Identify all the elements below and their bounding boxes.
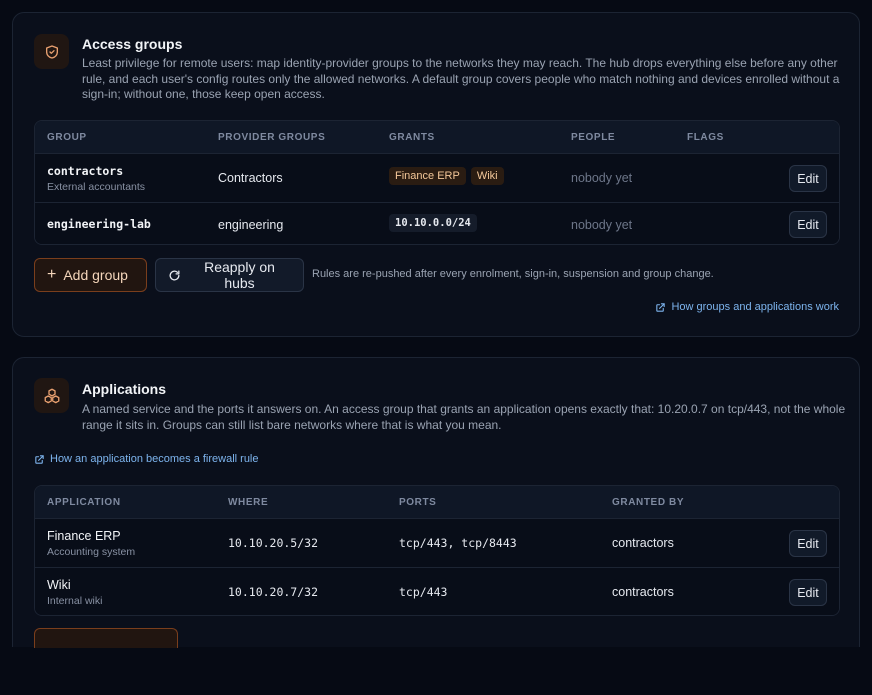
group-name: contractors: [47, 164, 124, 178]
edit-button[interactable]: Edit: [789, 165, 827, 192]
application-description: Internal wiki: [47, 595, 103, 607]
application-granted-by: contractors: [612, 536, 674, 550]
table-row: contractors External accountants Contrac…: [35, 154, 839, 202]
application-help-link[interactable]: How an application becomes a firewall ru…: [34, 453, 259, 465]
column-header-grants: Grants: [389, 132, 435, 143]
table-row: Wiki Internal wiki 10.10.20.7/32 tcp/443…: [35, 567, 839, 615]
applications-card: Applications A named service and the por…: [12, 357, 860, 648]
access-groups-description: Least privilege for remote users: map id…: [82, 56, 840, 101]
application-description: Accounting system: [47, 546, 136, 558]
column-header-ports: Ports: [399, 497, 437, 508]
grant-pill: Wiki: [470, 167, 504, 185]
column-header-people: People: [571, 132, 616, 143]
group-name: engineering-lab: [47, 217, 151, 231]
groups-help-link-label: How groups and applications work: [671, 301, 839, 313]
edit-button[interactable]: Edit: [789, 211, 827, 238]
application-help-link-label: How an application becomes a firewall ru…: [50, 453, 259, 465]
plus-icon: +: [47, 266, 57, 283]
access-groups-title: Access groups: [82, 36, 183, 52]
application-ports: tcp/443: [399, 585, 448, 599]
column-header-application: Application: [47, 497, 121, 508]
reapply-hint: Rules are re-pushed after every enrolmen…: [312, 268, 714, 280]
table-row: engineering-lab engineering 10.10.0.0/24…: [35, 202, 839, 244]
add-application-button[interactable]: [34, 628, 178, 648]
add-group-button[interactable]: + Add group: [34, 258, 147, 292]
application-name: Wiki: [47, 578, 71, 592]
grants: 10.10.0.0/24: [389, 214, 477, 232]
cubes-icon: [34, 378, 69, 413]
application-where: 10.10.20.7/32: [228, 585, 319, 599]
access-groups-card: Access groups Least privilege for remote…: [12, 12, 860, 337]
table-header: Group Provider groups Grants People Flag…: [35, 121, 839, 154]
refresh-icon: [168, 269, 181, 282]
external-link-icon: [34, 454, 45, 465]
shield-check-icon: [34, 34, 69, 69]
reapply-label: Reapply on hubs: [204, 259, 275, 291]
application-name: Finance ERP: [47, 529, 121, 543]
table-header: Application Where Ports Granted by: [35, 486, 839, 519]
applications-description: A named service and the ports it answers…: [82, 402, 846, 432]
people-count: nobody yet: [571, 218, 633, 232]
application-granted-by: contractors: [612, 585, 674, 599]
edit-button[interactable]: Edit: [789, 530, 827, 557]
column-header-granted-by: Granted by: [612, 497, 685, 508]
application-where: 10.10.20.5/32: [228, 536, 319, 550]
people-count: nobody yet: [571, 171, 633, 185]
column-header-where: Where: [228, 497, 269, 508]
applications-title: Applications: [82, 381, 167, 397]
grant-network-pill: 10.10.0.0/24: [389, 214, 477, 232]
column-header-flags: Flags: [687, 132, 724, 143]
external-link-icon: [655, 302, 666, 313]
application-ports: tcp/443, tcp/8443: [399, 536, 517, 550]
table-row: Finance ERP Accounting system 10.10.20.5…: [35, 519, 839, 567]
add-group-label: Add group: [63, 267, 128, 283]
column-header-provider-groups: Provider groups: [218, 132, 326, 143]
provider-groups: Contractors: [218, 171, 283, 185]
reapply-on-hubs-button[interactable]: Reapply on hubs: [155, 258, 304, 292]
groups-help-link[interactable]: How groups and applications work: [655, 301, 839, 313]
edit-button[interactable]: Edit: [789, 579, 827, 606]
column-header-group: Group: [47, 132, 87, 143]
group-description: External accountants: [47, 181, 146, 193]
grants: Finance ERP Wiki: [389, 167, 509, 185]
access-groups-table: Group Provider groups Grants People Flag…: [34, 120, 840, 245]
applications-table: Application Where Ports Granted by Finan…: [34, 485, 840, 616]
grant-pill: Finance ERP: [389, 167, 466, 185]
provider-groups: engineering: [218, 218, 284, 232]
